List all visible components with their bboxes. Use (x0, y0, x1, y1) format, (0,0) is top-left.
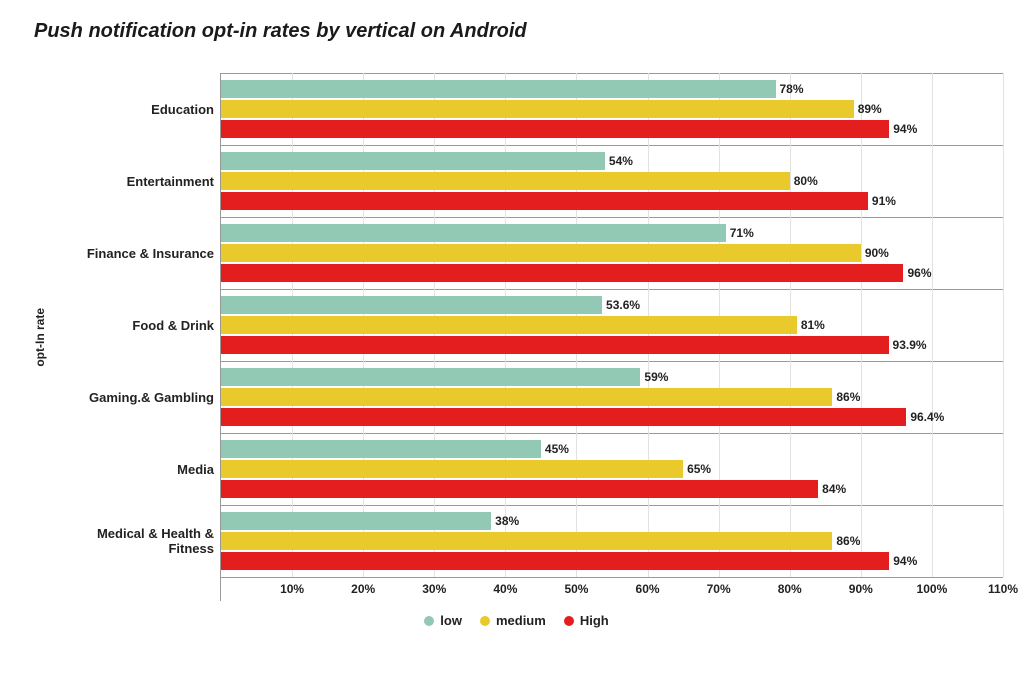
bar-high: 96% (221, 264, 903, 282)
legend-item-high: High (564, 613, 609, 628)
x-tick-label: 90% (849, 582, 873, 596)
bar-group: 71% 90% 96% (221, 217, 1003, 289)
bar-low: 45% (221, 440, 541, 458)
bar-medium: 90% (221, 244, 861, 262)
category-label: Gaming.& Gambling (50, 361, 214, 433)
category-label: Entertainment (50, 145, 214, 217)
bar-value-label: 53.6% (602, 298, 640, 312)
bar-high: 96.4% (221, 408, 906, 426)
legend-label: low (440, 613, 462, 628)
bar-group: 45% 65% 84% (221, 433, 1003, 505)
bar-value-label: 86% (832, 390, 860, 404)
legend-item-low: low (424, 613, 462, 628)
x-axis: 10%20%30%40%50%60%70%80%90%100%110% (221, 577, 1003, 601)
x-tick-label: 60% (636, 582, 660, 596)
bar-value-label: 81% (797, 318, 825, 332)
legend-item-medium: medium (480, 613, 546, 628)
category-label: Medical & Health & Fitness (50, 505, 214, 577)
bar-value-label: 45% (541, 442, 569, 456)
bar-low: 59% (221, 368, 640, 386)
bar-value-label: 54% (605, 154, 633, 168)
legend-label: medium (496, 613, 546, 628)
bar-value-label: 71% (726, 226, 754, 240)
bar-group: 54% 80% 91% (221, 145, 1003, 217)
bar-high: 91% (221, 192, 868, 210)
category-label: Food & Drink (50, 289, 214, 361)
y-axis-label-container: opt-In rate (30, 73, 50, 601)
x-tick-label: 100% (917, 582, 948, 596)
bar-medium: 80% (221, 172, 790, 190)
bar-value-label: 59% (640, 370, 668, 384)
x-tick-label: 80% (778, 582, 802, 596)
bar-low: 54% (221, 152, 605, 170)
bar-value-label: 38% (491, 514, 519, 528)
bar-value-label: 93.9% (889, 338, 927, 352)
bar-value-label: 90% (861, 246, 889, 260)
bar-value-label: 96.4% (906, 410, 944, 424)
bar-value-label: 84% (818, 482, 846, 496)
chart: opt-In rate Education Entertainment Fina… (30, 73, 1003, 601)
bar-high: 84% (221, 480, 818, 498)
gridline-vertical (1003, 73, 1004, 577)
bar-medium: 86% (221, 388, 832, 406)
legend-swatch-high (564, 616, 574, 626)
bar-value-label: 96% (903, 266, 931, 280)
bar-value-label: 94% (889, 554, 917, 568)
x-tick-label: 20% (351, 582, 375, 596)
x-tick-label: 40% (493, 582, 517, 596)
bar-high: 94% (221, 120, 889, 138)
plot-area: 78% 89% 94% 54% 80% 91% 71% 90% 96% 53.6% 81% 93.9%… (220, 73, 1003, 601)
bar-low: 53.6% (221, 296, 602, 314)
bar-medium: 81% (221, 316, 797, 334)
x-tick-label: 50% (564, 582, 588, 596)
x-tick-label: 30% (422, 582, 446, 596)
x-tick-label: 110% (988, 582, 1018, 596)
bar-value-label: 65% (683, 462, 711, 476)
chart-title: Push notification opt-in rates by vertic… (34, 20, 1003, 43)
bar-value-label: 94% (889, 122, 917, 136)
bar-group: 78% 89% 94% (221, 73, 1003, 145)
bar-groups: 78% 89% 94% 54% 80% 91% 71% 90% 96% 53.6% 81% 93.9%… (221, 73, 1003, 577)
legend: low medium High (30, 613, 1003, 628)
x-tick-label: 70% (707, 582, 731, 596)
bar-low: 71% (221, 224, 726, 242)
bar-medium: 65% (221, 460, 683, 478)
bar-medium: 86% (221, 532, 832, 550)
bar-group: 38% 86% 94% (221, 505, 1003, 577)
category-label: Education (50, 73, 214, 145)
category-label: Finance & Insurance (50, 217, 214, 289)
bar-low: 38% (221, 512, 491, 530)
bar-group: 53.6% 81% 93.9% (221, 289, 1003, 361)
bar-value-label: 89% (854, 102, 882, 116)
bar-value-label: 80% (790, 174, 818, 188)
category-label: Media (50, 433, 214, 505)
bar-high: 94% (221, 552, 889, 570)
bar-high: 93.9% (221, 336, 889, 354)
bar-medium: 89% (221, 100, 854, 118)
bar-group: 59% 86% 96.4% (221, 361, 1003, 433)
bar-value-label: 78% (776, 82, 804, 96)
legend-swatch-low (424, 616, 434, 626)
bar-value-label: 91% (868, 194, 896, 208)
legend-swatch-medium (480, 616, 490, 626)
bar-value-label: 86% (832, 534, 860, 548)
y-axis-label: opt-In rate (33, 308, 47, 367)
category-labels: Education Entertainment Finance & Insura… (50, 73, 220, 601)
x-tick-label: 10% (280, 582, 304, 596)
bar-low: 78% (221, 80, 776, 98)
legend-label: High (580, 613, 609, 628)
